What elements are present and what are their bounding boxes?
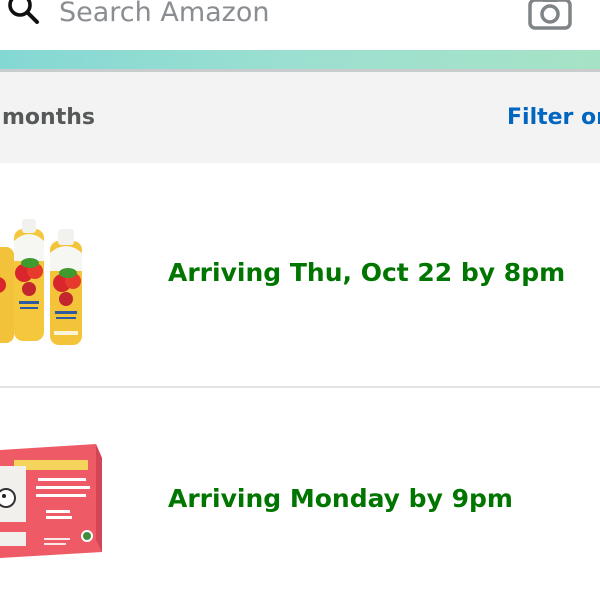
- search-bar: [0, 0, 600, 50]
- camera-icon[interactable]: [527, 0, 573, 30]
- header-accent-band: [0, 50, 600, 72]
- filter-bar: months Filter or: [0, 72, 600, 163]
- search-input[interactable]: [59, 0, 499, 31]
- delivery-status: Arriving Monday by 9pm: [168, 484, 513, 513]
- time-range-label: months: [2, 105, 95, 130]
- produce-wash-bottles-image[interactable]: [0, 201, 95, 351]
- search-icon[interactable]: [6, 0, 42, 28]
- milk-carton-pack-image[interactable]: [0, 440, 110, 560]
- order-row[interactable]: Arriving Thu, Oct 22 by 8pm: [0, 163, 600, 388]
- delivery-status: Arriving Thu, Oct 22 by 8pm: [168, 258, 566, 287]
- filter-orders-link[interactable]: Filter or: [507, 105, 600, 130]
- order-history-screen: months Filter or: [0, 0, 600, 600]
- order-row[interactable]: Arriving Monday by 9pm: [0, 388, 600, 600]
